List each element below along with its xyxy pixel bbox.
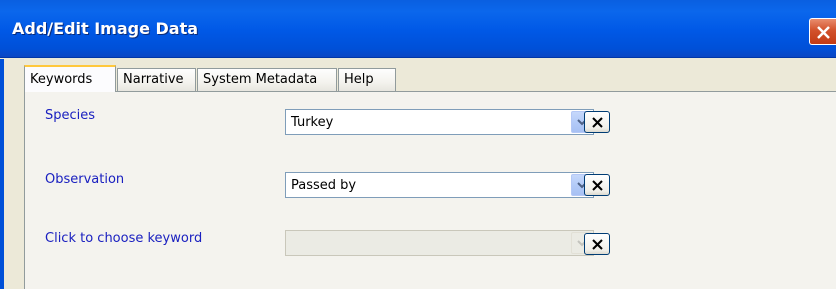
tab-label: Help — [344, 72, 374, 87]
tab-system-metadata[interactable]: System Metadata — [197, 68, 337, 91]
species-label: Species — [45, 108, 96, 123]
close-button[interactable] — [809, 18, 836, 45]
clear-species-button[interactable] — [584, 111, 610, 133]
x-icon — [592, 239, 603, 250]
tab-label: Narrative — [123, 72, 184, 87]
tab-help[interactable]: Help — [338, 68, 396, 91]
x-icon — [592, 117, 603, 128]
x-icon — [592, 180, 603, 191]
dialog-body: Keywords Narrative System Metadata Help … — [0, 59, 836, 289]
keywords-panel: Species Turkey Observation Passed by Cli… — [24, 91, 836, 289]
title-bar[interactable]: Add/Edit Image Data — [0, 0, 836, 58]
observation-dropdown[interactable]: Passed by — [285, 172, 594, 198]
close-icon — [817, 26, 830, 39]
observation-value: Passed by — [291, 178, 357, 193]
tab-keywords[interactable]: Keywords — [24, 65, 116, 92]
choose-keyword-label[interactable]: Click to choose keyword — [45, 231, 202, 246]
observation-label: Observation — [45, 172, 125, 187]
tab-narrative[interactable]: Narrative — [117, 68, 196, 91]
clear-keyword-button[interactable] — [584, 233, 610, 255]
tab-label: System Metadata — [203, 72, 318, 87]
species-dropdown[interactable]: Turkey — [285, 109, 594, 135]
species-value: Turkey — [291, 115, 334, 130]
tab-label: Keywords — [30, 72, 93, 87]
clear-observation-button[interactable] — [584, 174, 610, 196]
add-edit-image-data-dialog: Add/Edit Image Data Keywords Narrative S… — [0, 0, 836, 289]
window-frame — [0, 59, 4, 289]
keyword-dropdown — [285, 230, 594, 256]
window-title: Add/Edit Image Data — [12, 19, 199, 38]
